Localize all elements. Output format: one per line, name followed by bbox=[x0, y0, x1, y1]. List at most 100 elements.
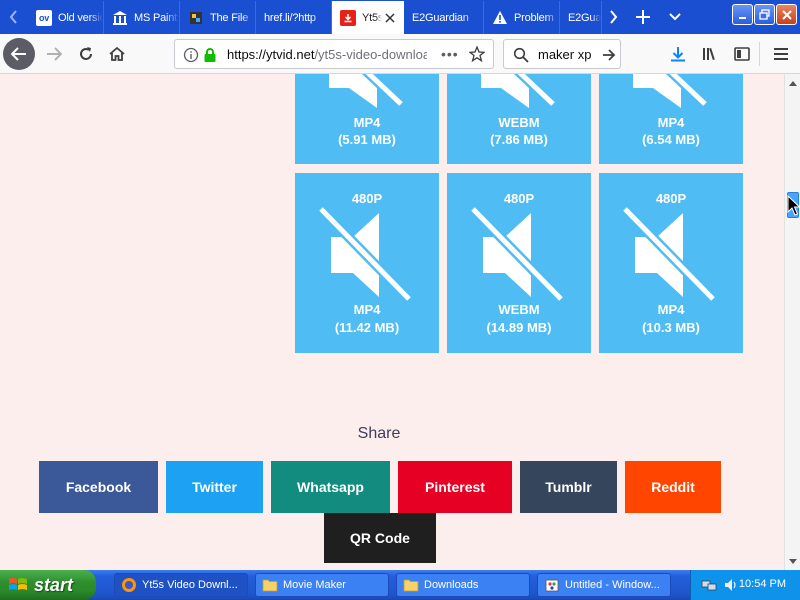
close-tab-button[interactable] bbox=[382, 10, 398, 26]
muted-speaker-icon bbox=[469, 207, 565, 303]
share-heading: Share bbox=[357, 425, 401, 442]
start-button[interactable]: start bbox=[0, 570, 96, 600]
muted-speaker-icon bbox=[633, 74, 709, 108]
info-icon[interactable] bbox=[183, 47, 199, 63]
search-input[interactable]: maker xp bbox=[538, 47, 591, 62]
search-icon bbox=[513, 47, 529, 63]
muted-speaker-icon bbox=[329, 74, 405, 108]
chevron-left-icon bbox=[9, 10, 17, 24]
url-host: https://ytvid.net bbox=[227, 47, 315, 62]
tab-the-file[interactable]: The File bbox=[180, 1, 256, 34]
hamburger-menu-icon bbox=[774, 48, 788, 60]
navigation-toolbar: https://ytvid.net/yt5s-video-download ••… bbox=[0, 34, 800, 74]
system-tray: 10:54 PM bbox=[690, 570, 800, 600]
download-option-card[interactable]: WEBM (7.86 MB) bbox=[447, 74, 591, 164]
downloads-button[interactable] bbox=[662, 38, 694, 70]
open-menu-button[interactable] bbox=[765, 38, 797, 70]
share-reddit-button[interactable]: Reddit bbox=[625, 461, 721, 513]
muted-speaker-icon bbox=[481, 74, 557, 108]
search-box[interactable]: maker xp bbox=[503, 39, 621, 69]
search-go-icon[interactable] bbox=[602, 48, 616, 62]
tab-title: href.li/?http bbox=[264, 11, 316, 24]
tab-e2guardian-2[interactable]: E2Guardian bbox=[560, 1, 602, 34]
reload-button[interactable] bbox=[70, 38, 102, 70]
download-option-card[interactable]: 480P MP4 (11.42 MB) bbox=[295, 173, 439, 353]
size-label: (5.91 MB) bbox=[338, 132, 396, 147]
taskbar-item-firefox[interactable]: Yt5s Video Downl... bbox=[114, 573, 248, 597]
scroll-tabs-right-button[interactable] bbox=[602, 0, 624, 34]
size-label: (7.86 MB) bbox=[490, 132, 548, 147]
new-tab-button[interactable] bbox=[630, 0, 656, 34]
tab-title: E2Guardian bbox=[568, 11, 601, 24]
tab-ms-paint[interactable]: MS Paint bbox=[104, 1, 180, 34]
muted-speaker-icon bbox=[317, 207, 413, 303]
page-actions-menu-icon[interactable]: ••• bbox=[441, 46, 459, 62]
back-button[interactable] bbox=[3, 38, 35, 70]
tab-old-versions[interactable]: ov Old versions bbox=[28, 1, 104, 34]
download-option-card[interactable]: MP4 (6.54 MB) bbox=[599, 74, 743, 164]
download-option-card[interactable]: 480P MP4 (10.3 MB) bbox=[599, 173, 743, 353]
qr-code-button[interactable]: QR Code bbox=[324, 513, 436, 563]
tab-yt5s-video[interactable]: Yt5s Video bbox=[332, 1, 404, 34]
share-whatsapp-button[interactable]: Whatsapp bbox=[271, 461, 390, 513]
restore-button[interactable] bbox=[754, 4, 775, 25]
resolution-label: 480P bbox=[351, 191, 383, 206]
page-scrollbar[interactable] bbox=[784, 74, 800, 570]
taskbar-item-label: Untitled - Window... bbox=[565, 579, 660, 591]
taskbar-item-label: Yt5s Video Downl... bbox=[142, 579, 238, 591]
size-label: (11.42 MB) bbox=[334, 320, 400, 335]
format-label: MP4 bbox=[353, 302, 381, 317]
sidebar-toggle-button[interactable] bbox=[726, 38, 758, 70]
tab-e2guardian[interactable]: E2Guardian bbox=[404, 1, 484, 34]
bookmark-star-icon[interactable] bbox=[469, 46, 485, 62]
scroll-tabs-left-button[interactable] bbox=[0, 0, 28, 34]
folder-icon bbox=[262, 577, 278, 593]
tab-strip: ov Old versions MS Paint The File href.l… bbox=[0, 0, 800, 34]
tab-href-li[interactable]: href.li/?http bbox=[256, 1, 332, 34]
library-button[interactable] bbox=[694, 38, 726, 70]
scroll-up-button[interactable] bbox=[786, 75, 800, 91]
firefox-icon bbox=[121, 577, 137, 593]
mouse-cursor-icon bbox=[787, 195, 800, 216]
sidebar-icon bbox=[734, 47, 750, 61]
network-icon[interactable] bbox=[701, 577, 717, 593]
home-button[interactable] bbox=[101, 38, 133, 70]
windows-logo-icon bbox=[9, 578, 27, 590]
address-bar[interactable]: https://ytvid.net/yt5s-video-download ••… bbox=[174, 39, 494, 69]
format-label: WEBM bbox=[498, 302, 540, 317]
museum-icon bbox=[112, 10, 128, 26]
restore-icon bbox=[759, 9, 770, 20]
share-twitter-button[interactable]: Twitter bbox=[166, 461, 263, 513]
video-download-icon bbox=[340, 9, 356, 26]
lock-icon[interactable] bbox=[203, 47, 217, 63]
forward-button[interactable] bbox=[38, 38, 70, 70]
download-option-card[interactable]: 480P WEBM (14.89 MB) bbox=[447, 173, 591, 353]
warning-icon bbox=[492, 10, 508, 26]
tab-title: Old versions bbox=[58, 11, 103, 24]
url-text: https://ytvid.net/yt5s-video-download bbox=[227, 47, 427, 62]
folder-icon bbox=[403, 577, 419, 593]
arrow-left-icon bbox=[11, 47, 26, 61]
taskbar-item-movie-maker[interactable]: Movie Maker bbox=[255, 573, 389, 597]
resolution-label: 480P bbox=[503, 191, 535, 206]
ov-icon: ov bbox=[36, 9, 52, 26]
muted-speaker-icon bbox=[621, 207, 717, 303]
size-label: (6.54 MB) bbox=[642, 132, 700, 147]
volume-icon[interactable] bbox=[723, 577, 739, 593]
share-facebook-button[interactable]: Facebook bbox=[39, 461, 158, 513]
taskbar-item-downloads[interactable]: Downloads bbox=[396, 573, 530, 597]
arrow-right-icon bbox=[47, 47, 62, 61]
scroll-down-button[interactable] bbox=[786, 553, 800, 569]
close-window-button[interactable] bbox=[776, 4, 797, 25]
triangle-down-icon bbox=[789, 558, 797, 564]
resolution-label: 480P bbox=[655, 191, 687, 206]
share-pinterest-button[interactable]: Pinterest bbox=[398, 461, 512, 513]
toolbar-divider bbox=[759, 42, 760, 66]
download-option-card[interactable]: MP4 (5.91 MB) bbox=[295, 74, 439, 164]
list-all-tabs-button[interactable] bbox=[662, 0, 688, 34]
taskbar-item-paint[interactable]: Untitled - Window... bbox=[537, 573, 671, 597]
share-tumblr-button[interactable]: Tumblr bbox=[520, 461, 617, 513]
format-label: MP4 bbox=[353, 115, 381, 130]
tab-problem[interactable]: Problem bbox=[484, 1, 560, 34]
minimize-button[interactable] bbox=[732, 4, 753, 25]
